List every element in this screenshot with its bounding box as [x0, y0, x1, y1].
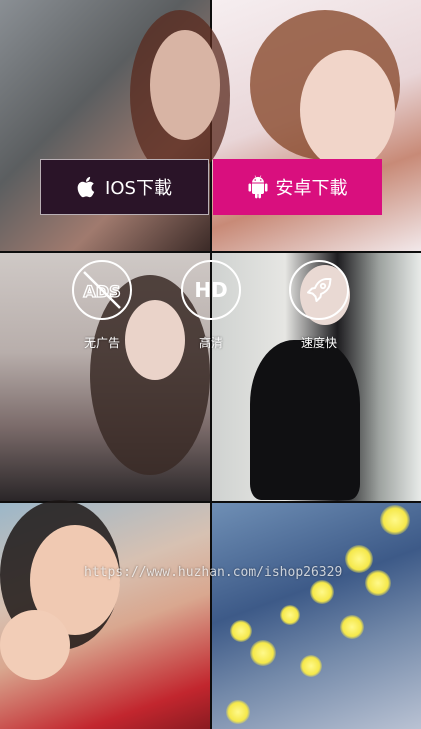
- photo-tile-6[interactable]: [212, 503, 421, 729]
- photo-decor: [150, 30, 220, 140]
- rocket-icon: [289, 260, 349, 320]
- hd-badge-text: HD: [194, 278, 228, 302]
- fairy-light: [230, 620, 252, 642]
- fairy-light: [380, 505, 410, 535]
- fairy-light: [365, 570, 391, 596]
- fairy-light: [280, 605, 300, 625]
- apple-icon: [77, 175, 97, 199]
- no-ads-icon: ADS: [72, 260, 132, 320]
- feature-no-ads: ADS 无广告: [69, 260, 135, 351]
- ios-download-button[interactable]: IOS下載: [40, 159, 209, 215]
- android-download-label: 安卓下載: [275, 178, 348, 199]
- fairy-light: [310, 580, 334, 604]
- photo-decor: [0, 610, 70, 680]
- hd-icon: HD: [181, 260, 241, 320]
- feature-speed: 速度快: [286, 260, 352, 351]
- fairy-light: [345, 545, 373, 573]
- watermark-text: https://www.huzhan.com/ishop26329: [84, 565, 343, 580]
- android-download-button[interactable]: 安卓下載: [213, 159, 382, 215]
- fairy-light: [250, 640, 276, 666]
- ios-download-label: IOS下載: [105, 178, 172, 199]
- feature-speed-label: 速度快: [300, 336, 337, 350]
- feature-no-ads-label: 无广告: [83, 336, 120, 350]
- android-icon: [248, 175, 268, 199]
- fairy-light: [226, 700, 250, 724]
- fairy-light: [300, 655, 322, 677]
- fairy-light: [340, 615, 364, 639]
- photo-decor: [300, 50, 395, 170]
- photo-decor: [250, 340, 360, 500]
- feature-hd-label: 高清: [198, 336, 223, 350]
- feature-hd: HD 高清: [178, 260, 244, 351]
- photo-grid: [0, 0, 421, 729]
